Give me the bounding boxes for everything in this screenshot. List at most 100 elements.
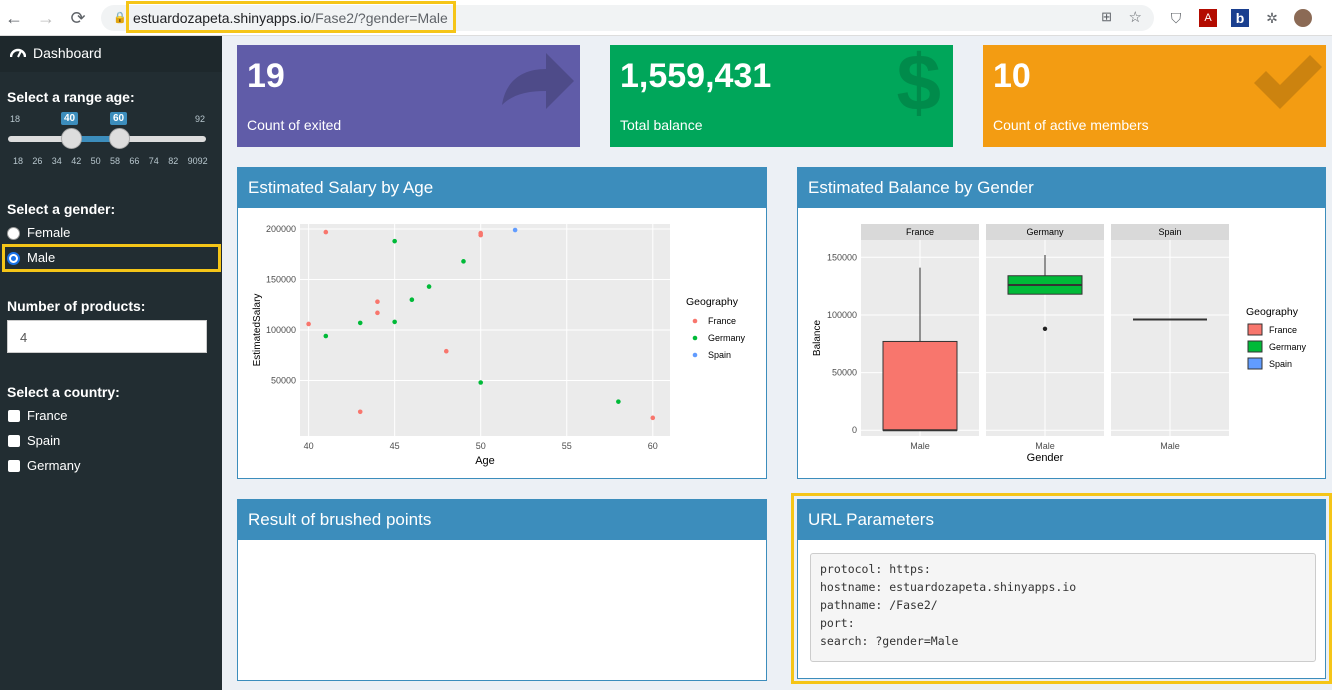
x-tick-label: 45: [390, 441, 400, 451]
legend-label: Spain: [708, 350, 731, 360]
shield-icon[interactable]: ⛉: [1167, 9, 1185, 27]
share-arrow-icon: [502, 53, 574, 109]
scatter-point: [323, 229, 329, 235]
reload-icon[interactable]: ⟳: [68, 8, 88, 28]
scatter-point: [375, 299, 380, 305]
sidebar-item-dashboard[interactable]: Dashboard: [0, 36, 222, 72]
dollar-icon: $: [896, 38, 942, 127]
male-highlight: [2, 244, 221, 272]
balance-panel: Estimated Balance by Gender 0 50000 100000…: [797, 167, 1326, 479]
radio-female[interactable]: [7, 227, 20, 240]
brushed-panel: Result of brushed points: [237, 499, 767, 681]
legend-key: [1247, 323, 1263, 336]
x-tick-label: 55: [562, 441, 572, 451]
value-box-active: 10 Count of active members: [983, 45, 1326, 147]
salary-panel: Estimated Salary by Age 40 45 50 55 60 50000 1…: [237, 167, 767, 479]
products-input[interactable]: 4: [7, 320, 207, 353]
puzzle-icon[interactable]: ✲: [1263, 9, 1281, 27]
avatar[interactable]: [1294, 9, 1312, 27]
legend-key: [1247, 357, 1263, 370]
value-box-number: 19: [247, 57, 285, 95]
legend-label: France: [1269, 325, 1297, 335]
value-box-number: 1,559,431: [620, 57, 772, 95]
facet-label: France: [906, 227, 934, 237]
country-option-germany: Germany: [27, 458, 81, 473]
scatter-point: [323, 333, 329, 339]
value-box-balance: 1,559,431 Total balance $: [610, 38, 953, 147]
y-axis-label: EstimatedSalary: [252, 294, 263, 367]
country-option-france: France: [27, 408, 68, 423]
y-tick-label: 50000: [832, 368, 857, 378]
bitwarden-icon[interactable]: b: [1231, 9, 1249, 27]
y-tick-label: 150000: [827, 252, 857, 262]
forward-icon[interactable]: →: [36, 8, 56, 28]
country-label: Select a country:: [7, 384, 120, 400]
scatter-point: [409, 297, 415, 303]
age-tick-label: 34: [51, 156, 62, 166]
x-tick-label: 50: [476, 441, 486, 451]
pdf-icon[interactable]: A: [1199, 9, 1217, 27]
legend-key: [692, 318, 698, 324]
y-tick-label: 200000: [266, 224, 296, 234]
products-label: Number of products:: [7, 298, 146, 314]
x-tick-label: 40: [304, 441, 314, 451]
x-tick-label: 60: [648, 441, 658, 451]
scatter-point: [461, 259, 466, 264]
age-slider-handle-to[interactable]: [109, 128, 130, 149]
x-axis-label: Gender: [1027, 452, 1064, 464]
panel-title: Estimated Balance by Gender: [798, 168, 1325, 208]
scatter-point: [616, 399, 621, 404]
x-tick-label: Male: [910, 441, 930, 451]
x-tick-label: Male: [1160, 441, 1180, 451]
salary-scatter-chart[interactable]: 40 45 50 55 60 50000 100000 150000 200000 Age Esti…: [238, 208, 766, 478]
scatter-point: [426, 284, 432, 289]
age-tick-label: 42: [71, 156, 82, 166]
y-tick-label: 150000: [266, 275, 296, 285]
facet-label: Spain: [1158, 227, 1181, 237]
legend-key: [692, 352, 698, 358]
scatter-point: [357, 409, 363, 415]
age-tick-label: 18: [13, 156, 24, 166]
age-slider-handle-from[interactable]: [61, 128, 82, 149]
legend-title: Geography: [686, 296, 739, 308]
checkbox-spain[interactable]: [8, 435, 20, 447]
scatter-point: [478, 380, 483, 385]
x-axis-label: Age: [475, 455, 495, 467]
sidebar: Dashboard Select a range age: 18 92 40 6…: [0, 36, 222, 690]
panel-title: Result of brushed points: [238, 500, 766, 540]
y-axis-label: Balance: [812, 319, 823, 356]
scatter-point: [375, 310, 380, 316]
age-tick-label: 66: [129, 156, 140, 166]
box-outlier: [1042, 326, 1048, 331]
age-tick-label: 82: [168, 156, 179, 166]
value-box-exited: 19 Count of exited: [237, 45, 580, 147]
legend-title: Geography: [1246, 306, 1299, 318]
scatter-point: [392, 319, 397, 325]
main-content: 19 Count of exited 1,559,431 Total balan…: [222, 36, 1332, 690]
value-box-label: Count of exited: [247, 117, 342, 133]
age-tick-label: 26: [32, 156, 43, 166]
checkbox-france[interactable]: [8, 410, 20, 422]
age-tick-label: 9092: [187, 156, 208, 166]
legend-key: [692, 335, 698, 341]
legend-label: Germany: [708, 333, 746, 343]
legend-label: France: [708, 316, 736, 326]
y-tick-label: 50000: [271, 375, 296, 385]
scatter-point: [512, 227, 518, 233]
lock-icon: 🔒: [113, 12, 127, 24]
star-icon[interactable]: ☆: [1129, 8, 1142, 26]
y-tick-label: 0: [852, 425, 857, 435]
gender-option-female: Female: [27, 225, 71, 240]
value-box-label: Total balance: [620, 117, 703, 133]
checkbox-germany[interactable]: [8, 460, 20, 472]
translate-icon[interactable]: ⊞: [1101, 9, 1112, 25]
gender-label: Select a gender:: [7, 201, 116, 217]
age-tick-label: 58: [110, 156, 121, 166]
back-icon[interactable]: ←: [4, 8, 24, 28]
sidebar-item-label: Dashboard: [33, 45, 102, 61]
browser-toolbar: ← → ⟳ 🔒 estuardozapeta.shinyapps.io/Fase…: [0, 0, 1332, 36]
scatter-point: [306, 321, 311, 327]
legend-label: Germany: [1269, 342, 1307, 352]
facet-label: Germany: [1026, 227, 1064, 237]
panel-title: Estimated Salary by Age: [238, 168, 766, 208]
